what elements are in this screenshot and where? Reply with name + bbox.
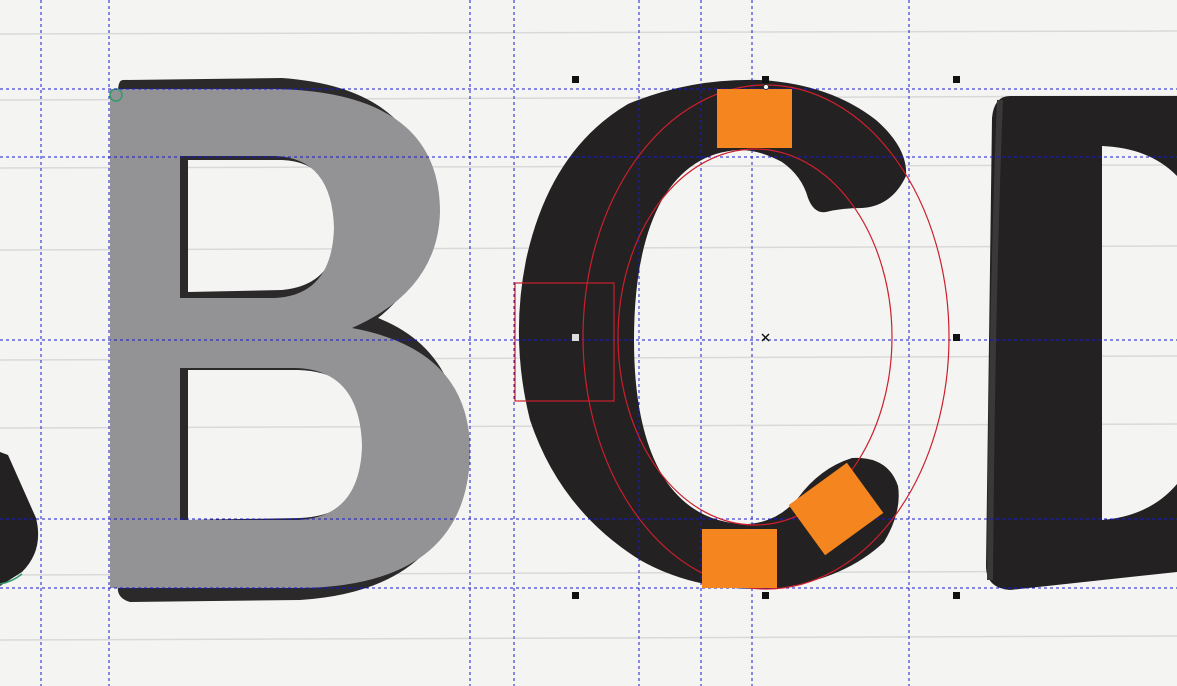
drawing-canvas[interactable]: [0, 0, 1177, 686]
corner-handle-bottom-right[interactable]: [953, 592, 960, 599]
corner-handle-mid-right[interactable]: [953, 334, 960, 341]
corner-handle-bottom-left[interactable]: [572, 592, 579, 599]
corner-handle-top-mid[interactable]: [762, 76, 769, 83]
bottom-width-handle[interactable]: [702, 529, 777, 588]
corner-handle-mid-left[interactable]: [572, 334, 579, 341]
top-width-handle[interactable]: [717, 89, 792, 148]
canvas-svg[interactable]: [0, 0, 1177, 686]
top-node-handle[interactable]: [763, 84, 769, 90]
corner-handle-top-left[interactable]: [572, 76, 579, 83]
corner-handle-top-right[interactable]: [953, 76, 960, 83]
corner-handle-bottom-mid[interactable]: [762, 592, 769, 599]
